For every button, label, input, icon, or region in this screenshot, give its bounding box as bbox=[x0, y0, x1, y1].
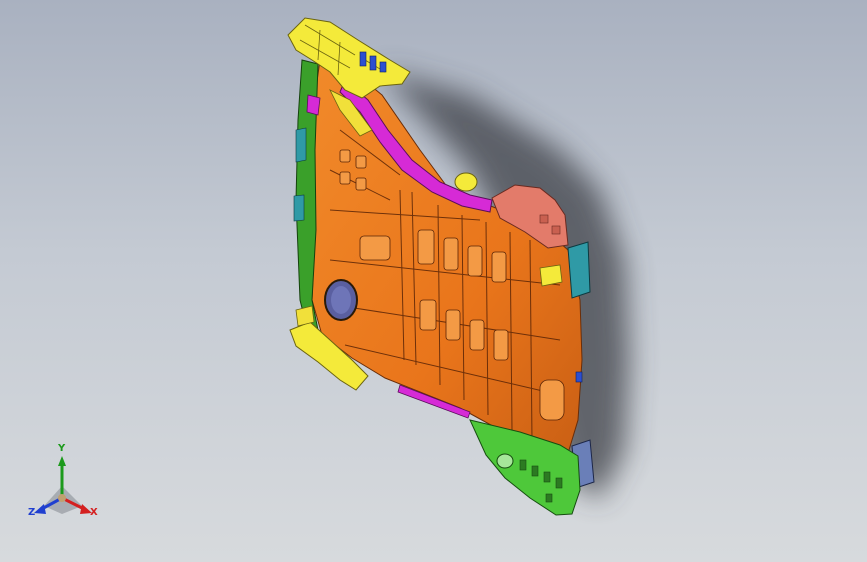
teal-bracket[interactable] bbox=[567, 241, 591, 299]
triad-y-label: Y bbox=[58, 443, 66, 454]
teal-tab-left-2 bbox=[293, 194, 305, 222]
triad-z-label: Z bbox=[28, 507, 36, 518]
yellow-knob bbox=[454, 172, 478, 192]
corner-hole bbox=[496, 453, 514, 469]
right-yellow-bracket bbox=[539, 264, 563, 287]
magenta-strip-left bbox=[306, 94, 321, 116]
orientation-triad[interactable]: Y X Z bbox=[24, 443, 104, 526]
triad-x-label: X bbox=[90, 507, 98, 518]
3d-model-view[interactable] bbox=[0, 0, 867, 562]
graphics-viewport[interactable]: Y X Z bbox=[0, 0, 867, 562]
teal-tab-left bbox=[295, 127, 307, 163]
